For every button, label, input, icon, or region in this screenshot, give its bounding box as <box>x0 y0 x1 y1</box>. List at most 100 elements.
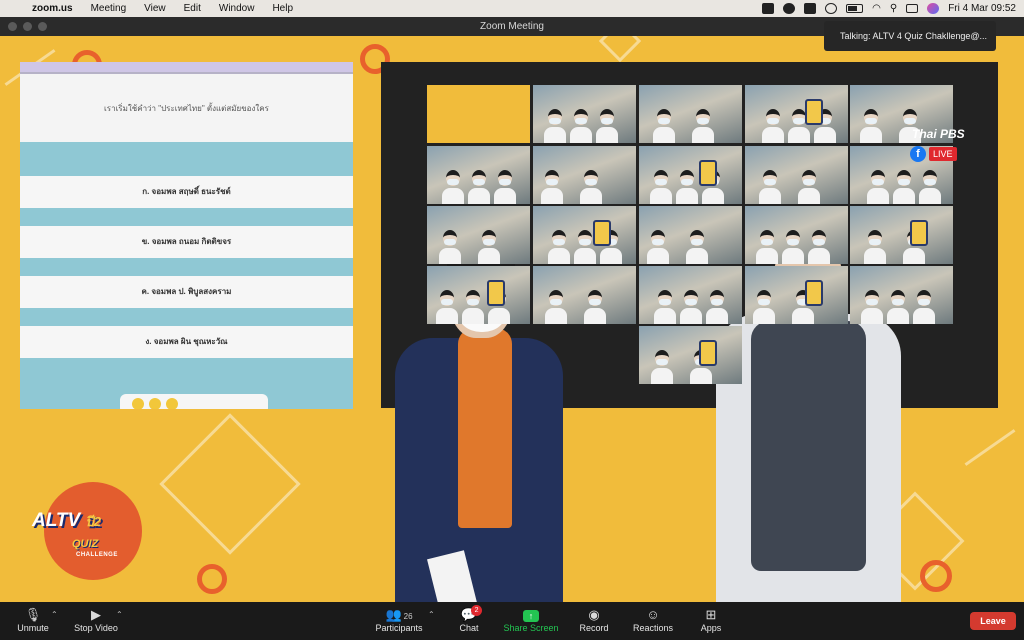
audio-options-chevron-icon[interactable]: ⌃ <box>51 610 58 619</box>
participant-mask <box>813 239 825 245</box>
menu-edit[interactable]: Edit <box>175 3 210 14</box>
quiz-option-d[interactable]: ง. จอมพล ผิน ชุณหะวัณ <box>20 326 353 358</box>
participants-button[interactable]: 👥 26 Participants <box>372 606 426 638</box>
share-screen-button[interactable]: ↑ Share Screen <box>502 606 560 638</box>
participant-video-tile[interactable] <box>427 206 530 264</box>
siri-icon[interactable] <box>927 3 940 14</box>
participant-figure <box>753 308 775 324</box>
participant-figure <box>439 248 461 264</box>
participant-video-tile[interactable] <box>427 85 530 143</box>
participant-figure <box>600 248 622 264</box>
participant-mask <box>892 299 904 305</box>
participants-options-chevron-icon[interactable]: ⌃ <box>428 610 435 619</box>
quiz-option-c[interactable]: ค. จอมพล ป. พิบูลสงคราม <box>20 276 353 308</box>
quiz-top-strip <box>20 62 353 74</box>
participant-video-tile[interactable] <box>745 206 848 264</box>
quiz-question: เราเริ่มใช้คำว่า "ประเทศไทย" ตั้งแต่สมัย… <box>20 74 353 142</box>
decoration-diamond <box>159 413 301 555</box>
moon-icon[interactable] <box>825 3 838 14</box>
stop-video-button[interactable]: ▶ Stop Video <box>70 606 122 638</box>
participant-figure <box>545 308 567 324</box>
notion-icon[interactable] <box>804 3 817 14</box>
talking-indicator: Talking: ALTV 4 Quiz Chakllenge@... <box>824 21 996 51</box>
answer-card <box>805 280 823 306</box>
participant-mask <box>467 299 479 305</box>
participant-figure <box>462 308 484 324</box>
menubar-clock[interactable]: Fri 4 Mar 09:52 <box>948 3 1016 14</box>
answer-card <box>593 220 611 246</box>
participant-figure <box>541 188 563 204</box>
participant-video-tile[interactable] <box>745 146 848 204</box>
participant-figure <box>442 188 464 204</box>
participant-mask <box>550 299 562 305</box>
participant-figure <box>919 188 941 204</box>
search-icon[interactable]: ⚲ <box>890 3 897 14</box>
participant-mask <box>764 179 776 185</box>
participant-figure <box>887 308 909 324</box>
zoom-window-button[interactable] <box>38 22 47 31</box>
participant-video-tile[interactable] <box>533 206 636 264</box>
chat-button[interactable]: 💬 2 Chat <box>452 605 486 638</box>
record-button[interactable]: ◉ Record <box>576 606 612 638</box>
participant-video-tile[interactable] <box>639 146 742 204</box>
participant-video-tile[interactable] <box>639 206 742 264</box>
menu-bar: zoom.us Meeting View Edit Window Help ◠ … <box>0 0 1024 17</box>
control-center-icon[interactable] <box>906 4 919 13</box>
participant-figure <box>574 248 596 264</box>
menu-view[interactable]: View <box>135 3 175 14</box>
participant-video-tile[interactable] <box>745 85 848 143</box>
menu-meeting[interactable]: Meeting <box>82 3 136 14</box>
participant-video-tile[interactable] <box>850 266 953 324</box>
participant-video-tile[interactable] <box>745 266 848 324</box>
participant-mask <box>499 179 511 185</box>
video-options-chevron-icon[interactable]: ⌃ <box>116 610 123 619</box>
participant-mask <box>546 179 558 185</box>
decoration-ring <box>920 560 952 592</box>
minimize-window-button[interactable] <box>23 22 32 31</box>
participants-icon: 👥 26 <box>385 607 413 622</box>
participant-figure <box>788 127 810 143</box>
menu-help[interactable]: Help <box>263 3 302 14</box>
participant-mask <box>904 118 916 124</box>
participant-video-tile[interactable] <box>427 266 530 324</box>
answer-card <box>910 220 928 246</box>
logo-badge: ปี2 <box>85 514 101 529</box>
participant-mask <box>787 239 799 245</box>
zoom-icon[interactable] <box>762 3 775 14</box>
answer-card <box>487 280 505 306</box>
close-window-button[interactable] <box>8 22 17 31</box>
answer-dot <box>166 398 178 409</box>
participant-video-tile[interactable] <box>639 266 742 324</box>
participant-video-tile[interactable] <box>533 266 636 324</box>
decoration-diamond <box>598 36 642 63</box>
quiz-option-a[interactable]: ก. จอมพล สฤษดิ์ ธนะรัชต์ <box>20 176 353 208</box>
participant-figure <box>762 127 784 143</box>
unmute-button[interactable]: 🎙 Unmute <box>12 606 54 638</box>
reactions-label: Reactions <box>632 623 674 633</box>
participant-video-tile[interactable] <box>533 85 636 143</box>
participant-mask <box>656 359 668 365</box>
participant-figure <box>692 127 714 143</box>
menu-window[interactable]: Window <box>210 3 264 14</box>
share-screen-label: Share Screen <box>503 623 559 633</box>
answer-card <box>699 160 717 186</box>
participant-video-tile[interactable] <box>427 146 530 204</box>
wifi-icon[interactable]: ◠ <box>872 3 881 14</box>
participant-video-tile[interactable] <box>533 146 636 204</box>
leave-button[interactable]: Leave <box>970 612 1016 630</box>
menu-app-name[interactable]: zoom.us <box>28 3 82 14</box>
participant-video-tile[interactable] <box>639 85 742 143</box>
participants-count: 26 <box>403 612 413 621</box>
participant-figure <box>676 188 698 204</box>
participant-video-tile[interactable] <box>850 206 953 264</box>
participant-figure <box>570 127 592 143</box>
participant-figure <box>647 248 669 264</box>
quiz-option-b[interactable]: ข. จอมพล ถนอม กิตติขจร <box>20 226 353 258</box>
participant-video-tile[interactable] <box>639 326 742 384</box>
participant-mask <box>655 179 667 185</box>
apps-button[interactable]: ⊞ Apps <box>696 606 726 638</box>
live-label: LIVE <box>929 147 957 161</box>
battery-icon[interactable] <box>846 4 864 13</box>
line-icon[interactable] <box>783 3 796 14</box>
reactions-button[interactable]: ☺ Reactions <box>630 606 676 638</box>
